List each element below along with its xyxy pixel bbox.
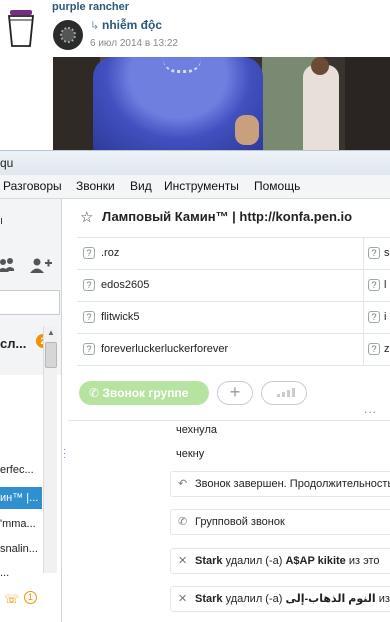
event-text: удалил (-а) — [222, 593, 286, 605]
close-icon: ✕ — [178, 593, 188, 605]
phone-icon: ✆ — [178, 516, 188, 528]
post-author-link[interactable]: purple rancher — [52, 1, 129, 13]
unknown-status-icon: ? — [368, 247, 380, 259]
participant-cell-next[interactable]: ? i — [363, 302, 390, 334]
participant-row[interactable]: ? edos2605 ? l — [77, 270, 390, 302]
conversation-title[interactable]: Ламповый Камин™ | http://konfa.pen.io — [102, 209, 352, 224]
unknown-status-icon: ? — [83, 279, 95, 291]
post-date[interactable]: 6 июл 2014 в 13:22 — [90, 38, 178, 49]
video-thumbnail[interactable] — [53, 57, 390, 150]
left-pane-fragment: ı — [0, 215, 4, 227]
list-item[interactable]: erfec... — [0, 459, 42, 481]
unknown-status-icon: ? — [368, 279, 380, 291]
recent-list-scrollbar[interactable]: ▲ — [43, 326, 57, 573]
call-group-label: Звонок группе — [102, 386, 189, 400]
vk-post: purple rancher ↳ nhiễm độc 6 июл 2014 в … — [0, 0, 390, 150]
unknown-status-icon: ? — [83, 311, 95, 323]
event-target: A$AP kikite — [285, 555, 346, 567]
list-item[interactable]: ... — [0, 562, 42, 584]
signal-bar — [282, 392, 285, 397]
participant-name-fragment: l — [384, 279, 387, 291]
event-actor: Stark — [195, 555, 223, 567]
list-item-selected[interactable]: ин™ |... — [0, 487, 42, 509]
message-history: чехнула чекну ↶ Звонок завершен. Продолж… — [68, 421, 390, 622]
participant-row[interactable]: ? flitwick5 ? i — [77, 302, 390, 334]
scroll-thumb[interactable] — [45, 342, 57, 368]
skype-window: qu Разговоры Звонки Вид Инструменты Помо… — [0, 150, 390, 622]
menu-help[interactable]: Помощь — [254, 179, 300, 193]
signal-bar — [287, 390, 290, 397]
pane-splitter-handle[interactable]: · · · — [63, 445, 67, 463]
call-ended-event[interactable]: ↶ Звонок завершен. Продолжительность — [170, 471, 390, 497]
scroll-up-arrow-icon[interactable]: ▲ — [44, 326, 58, 340]
participant-cell-next[interactable]: ? l — [363, 270, 390, 302]
unknown-status-icon: ? — [368, 343, 380, 355]
call-ended-icon: ↶ — [178, 478, 188, 490]
video-background-man — [303, 65, 339, 150]
recent-section-label[interactable]: сл... — [0, 336, 26, 351]
participant-row[interactable]: ? foreverluckerluckerforever ? z — [77, 334, 390, 366]
menu-bar: Разговоры Звонки Вид Инструменты Помощь — [0, 175, 390, 199]
repost-source-link[interactable]: nhiễm độc — [102, 18, 162, 32]
video-background-right — [345, 57, 390, 150]
conversation-header: ☆ Ламповый Камин™ | http://konfa.pen.io — [68, 199, 390, 236]
event-text: Звонок завершен. Продолжительность — [195, 478, 390, 490]
call-group-button[interactable]: ✆ Звонок группе — [79, 381, 209, 405]
event-text: удалил (-а) — [222, 555, 286, 567]
title-bar[interactable]: qu — [0, 150, 390, 175]
participant-name-fragment: i — [384, 311, 387, 323]
event-actor: Stark — [195, 593, 223, 605]
phone-icon: ✆ — [89, 386, 103, 400]
call-quality-button[interactable] — [261, 381, 307, 405]
group-call-event[interactable]: ✆ Групповой звонок — [170, 509, 390, 535]
more-options-icon[interactable]: ... — [364, 402, 377, 416]
search-input[interactable] — [0, 290, 60, 315]
repost-avatar[interactable] — [53, 20, 83, 50]
add-contact-icon[interactable] — [28, 257, 52, 273]
participant-name-fragment: s — [384, 247, 390, 259]
star-icon[interactable]: ☆ — [80, 208, 93, 226]
unknown-status-icon: ? — [83, 343, 95, 355]
list-item[interactable]: snalin... — [0, 538, 42, 560]
list-item[interactable]: 'mma... — [0, 513, 42, 535]
member-removed-event[interactable]: ✕ Stark удалил (-а) النوم الذهاب-إلى из … — [170, 586, 390, 612]
event-text-tail: из этой — [378, 593, 390, 605]
video-background-head — [311, 57, 329, 75]
signal-bar — [292, 388, 295, 397]
participant-cell-next[interactable]: ? z — [363, 334, 390, 366]
menu-tools[interactable]: Инструменты — [164, 179, 239, 193]
menu-conversations[interactable]: Разговоры — [3, 179, 62, 193]
conversation-pane: ☆ Ламповый Камин™ | http://konfa.pen.io … — [68, 199, 390, 622]
participant-name: edos2605 — [101, 279, 150, 291]
participant-row[interactable]: ? .roz ? s — [77, 238, 390, 270]
participant-cell-next[interactable]: ? s — [363, 238, 390, 270]
window-title: qu — [0, 156, 14, 170]
participant-name-fragment: z — [384, 343, 390, 355]
event-text: Групповой звонок — [195, 516, 285, 528]
member-removed-event[interactable]: ✕ Stark удалил (-а) A$AP kikite из это — [170, 548, 390, 574]
phone-icon[interactable]: ☏ — [4, 592, 19, 606]
contacts-icon[interactable] — [0, 257, 14, 273]
participant-name: foreverluckerluckerforever — [101, 343, 229, 355]
participant-name: .roz — [101, 247, 120, 259]
participants-grid: ? .roz ? s ? edos2605 ? l ? flitwick5 ? … — [77, 237, 390, 366]
signal-bar — [277, 394, 280, 397]
unknown-status-icon: ? — [83, 247, 95, 259]
notification-badge: 1 — [24, 591, 37, 604]
chat-message[interactable]: чекну — [176, 448, 204, 460]
event-target: النوم الذهاب-إلى — [285, 593, 376, 605]
add-participant-button[interactable]: + — [217, 381, 253, 405]
close-icon: ✕ — [178, 555, 188, 567]
unknown-status-icon: ? — [368, 311, 380, 323]
chat-message[interactable]: чехнула — [176, 424, 217, 436]
cup-icon[interactable] — [6, 8, 36, 48]
event-text-tail: из это — [345, 555, 380, 567]
menu-view[interactable]: Вид — [130, 179, 152, 193]
repost-arrow-icon: ↳ — [90, 20, 100, 32]
video-hand — [235, 115, 259, 145]
menu-calls[interactable]: Звонки — [76, 179, 115, 193]
participant-name: flitwick5 — [101, 311, 140, 323]
